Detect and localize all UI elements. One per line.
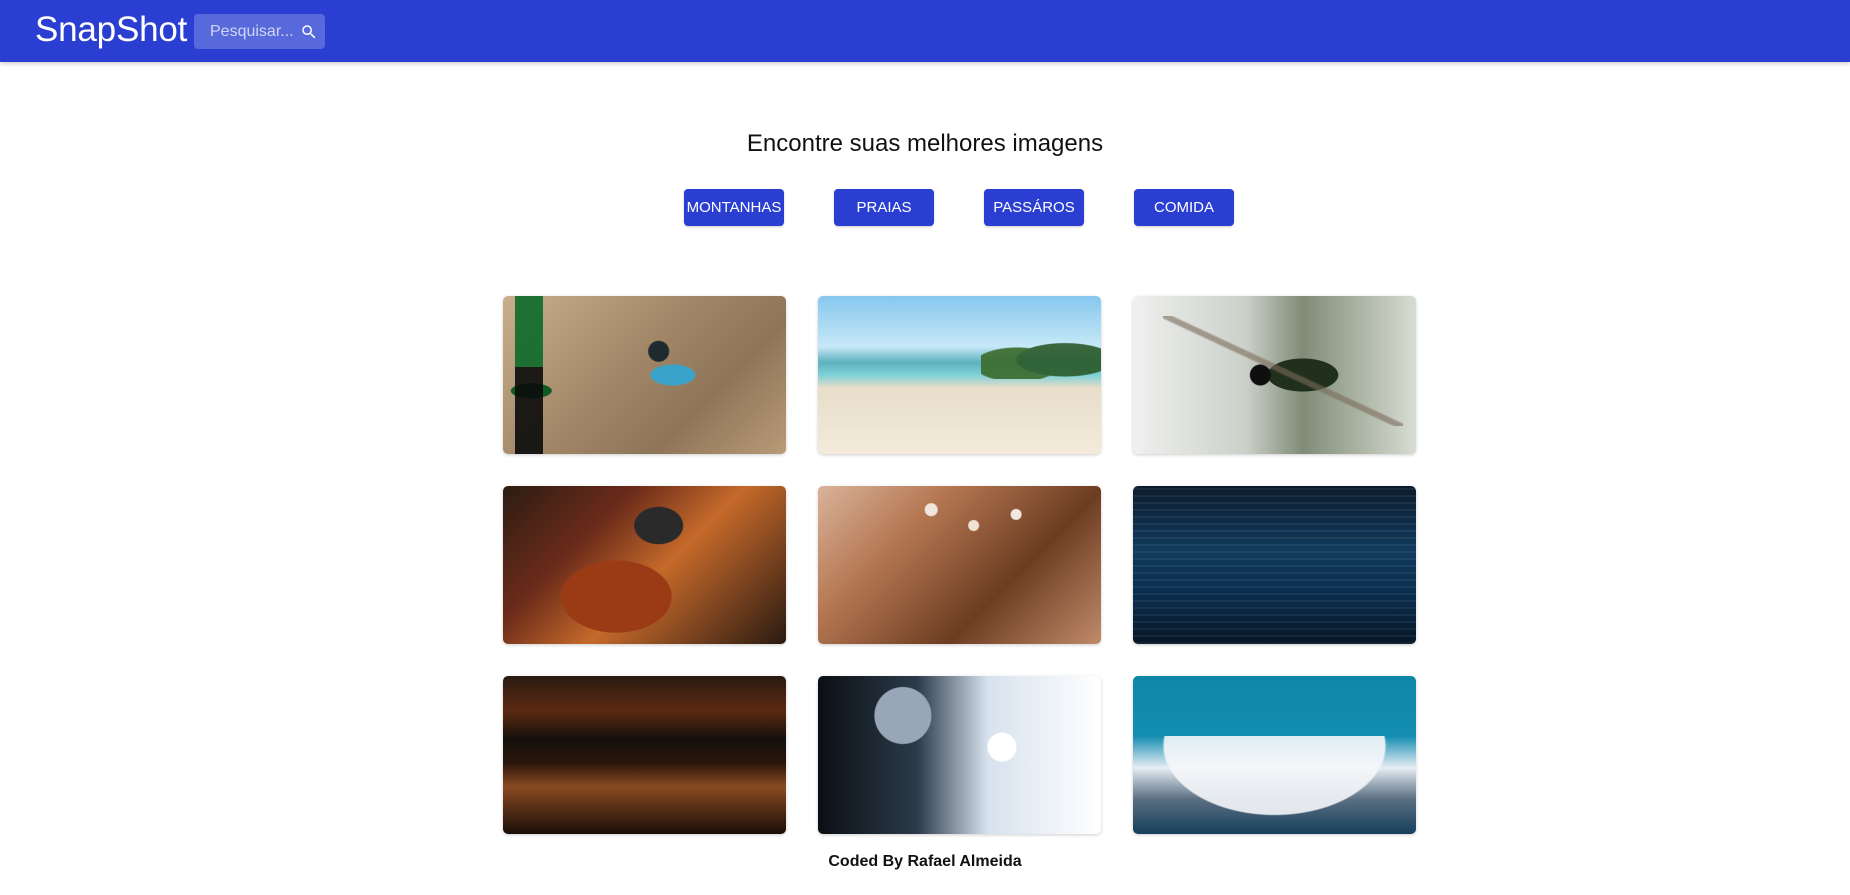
search-box[interactable] [194,14,325,49]
gallery-image[interactable] [818,296,1101,454]
gallery-image[interactable] [818,676,1101,834]
search-icon[interactable] [298,21,319,43]
gallery-image[interactable] [503,296,786,454]
gallery-image[interactable] [503,676,786,834]
filter-montanhas-button[interactable]: MONTANHAS [684,189,784,226]
filter-comida-button[interactable]: COMIDA [1134,189,1234,226]
gallery-image[interactable] [1133,486,1416,644]
app-brand[interactable]: SnapShot [35,8,187,52]
category-filter-bar: MONTANHAS PRAIAS PASSÁROS COMIDA [684,189,1234,226]
gallery-image[interactable] [1133,296,1416,454]
gallery-image[interactable] [503,486,786,644]
search-input[interactable] [210,22,296,41]
filter-passaros-button[interactable]: PASSÁROS [984,189,1084,226]
gallery-image[interactable] [818,486,1101,644]
top-app-bar: SnapShot [0,0,1850,62]
gallery-image[interactable] [1133,676,1416,834]
image-gallery [503,296,1416,834]
filter-praias-button[interactable]: PRAIAS [834,189,934,226]
page-title: Encontre suas melhores imagens [746,130,1104,157]
footer-credit: Coded By Rafael Almeida [828,853,1022,870]
